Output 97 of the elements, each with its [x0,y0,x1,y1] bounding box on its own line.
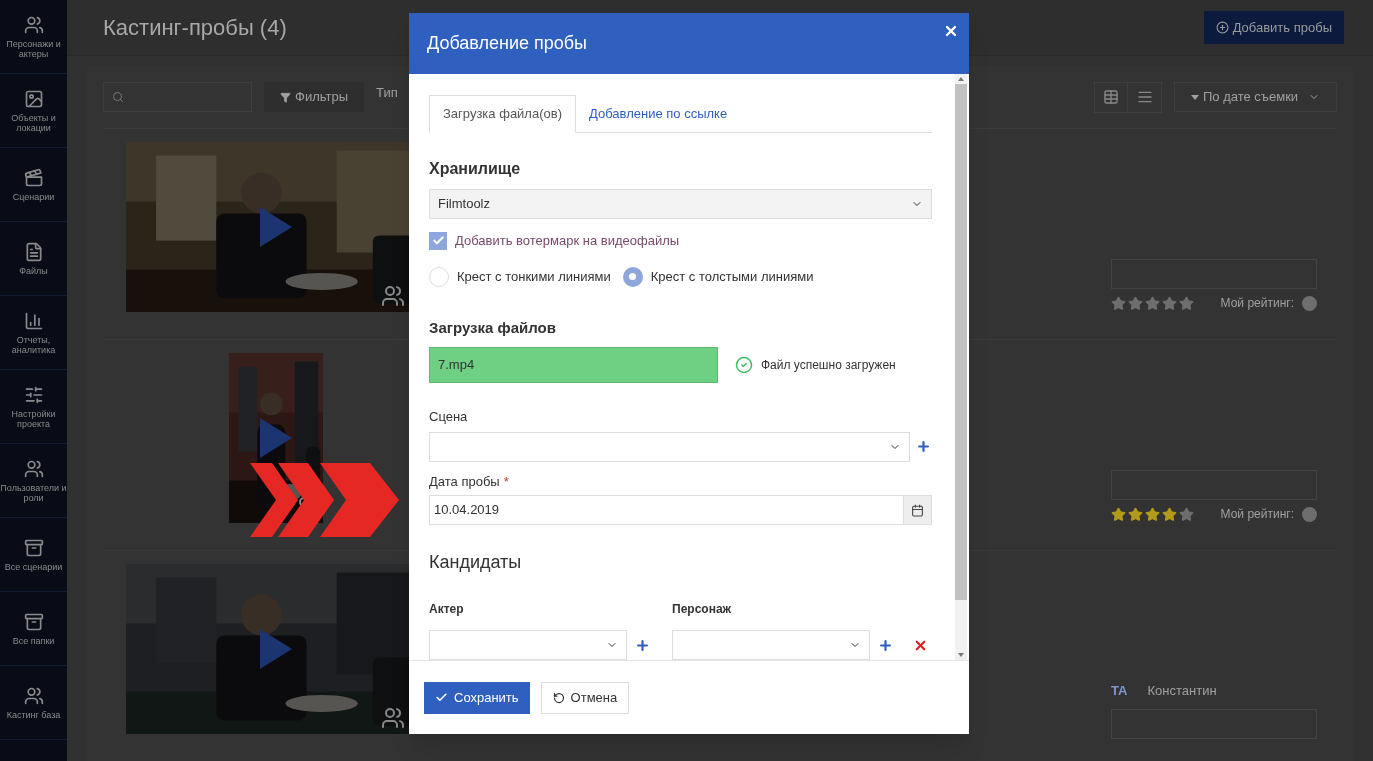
add-icon[interactable] [878,637,893,653]
archive-icon [23,537,44,558]
people-icon [23,685,44,706]
close-icon[interactable] [943,23,959,39]
uploaded-file: 7.mp4 [429,347,718,383]
star-icon [1145,506,1160,522]
tab[interactable]: Загрузка файла(ов) [429,95,576,133]
sidebar-label: Все папки [11,635,56,646]
add-icon[interactable] [916,439,931,454]
cancel-button[interactable]: Отмена [540,681,630,714]
date-label: Дата пробы [429,472,500,491]
undo-icon [552,691,565,704]
candidate-name: Константин [1147,682,1217,700]
people-icon [23,14,44,35]
checkbox-label: Добавить вотермарк на видеофайлы [455,232,680,250]
star-icon [1128,506,1143,522]
radio-button[interactable] [622,266,643,287]
sidebar-item[interactable]: Объекты и локации [0,74,67,148]
play-icon[interactable] [260,629,292,669]
search-field[interactable] [103,82,252,112]
character-select[interactable] [672,630,870,660]
my-rating-label: Мой рейтинг: [1220,506,1294,523]
checkbox[interactable] [429,231,447,250]
people-icon [23,458,44,479]
sidebar-item[interactable]: Пользователи и роли [0,444,67,518]
required-mark: * [503,472,509,491]
dialog-title: Добавление пробы [427,32,587,55]
tab[interactable]: Добавление по ссылке [576,95,741,133]
star-icon [1111,506,1126,522]
star-icon [1145,295,1160,311]
filter-icon [280,91,291,103]
add-button[interactable]: Добавить пробы [1203,11,1344,44]
calendar-button[interactable] [904,495,932,525]
star-icon [1162,506,1177,522]
star-icon [1179,506,1194,522]
sidebar-item[interactable]: Настройки проекта [0,370,67,444]
page-title: Кастинг-пробы (4) [103,14,287,42]
storage-label: Хранилище [429,159,522,179]
initials: ТА [1111,682,1128,700]
candidates-title: Кандидаты [429,551,523,574]
my-rating-label: Мой рейтинг: [1220,295,1294,312]
clapper-icon [23,167,44,188]
save-button[interactable]: Сохранить [424,681,530,714]
search-icon [112,91,124,103]
star-icon [1162,295,1177,311]
image-icon [23,88,44,109]
people-icon [380,284,405,308]
scrollbar[interactable] [955,74,967,660]
star-icon [1128,295,1143,311]
list-icon [1136,89,1153,105]
sidebar-label: Отчеты, аналитика [10,334,57,355]
play-icon[interactable] [260,207,292,247]
sidebar-item[interactable]: Файлы [0,222,67,296]
sidebar-label: Настройки проекта [10,408,57,429]
radio-label: Крест с тонкими линиями [457,267,611,286]
scene-label: Сцена [429,408,469,426]
add-icon[interactable] [635,637,650,653]
radio-label: Крест с толстыми линиями [650,267,814,286]
upload-label: Загрузка файлов [429,317,557,338]
filters-button[interactable]: Фильтры [264,82,364,112]
sidebar-item[interactable]: Все сценарии [0,518,67,592]
sidebar-label: Пользователи и роли [0,482,67,503]
sidebar-label: Объекты и локации [10,112,57,133]
star-rating[interactable] [1111,506,1194,522]
check-circle-icon [735,356,753,374]
sidebar-label: Персонажи и актеры [5,38,62,59]
sort-select[interactable]: По дате съемки [1174,82,1337,112]
character-label: Персонаж [672,601,733,618]
scene-select[interactable] [429,431,910,462]
sidebar-item[interactable]: Все папки [0,592,67,666]
storage-select[interactable]: Filmtoolz [429,189,932,219]
sidebar-item[interactable]: Отчеты, аналитика [0,296,67,370]
calendar-icon [911,503,924,517]
actor-select[interactable] [429,630,627,660]
upload-status: Файл успешно загружен [761,357,896,374]
plus-circle-icon [1215,21,1229,34]
sliders-icon [23,384,44,405]
star-rating[interactable] [1111,295,1194,311]
people-icon [380,706,405,730]
archive-icon [23,611,44,632]
sidebar-label: Все сценарии [3,561,64,572]
caret-icon [1191,94,1199,100]
sidebar-item[interactable]: Сценарии [0,148,67,222]
star-icon [1111,295,1126,311]
chart-icon [23,310,44,331]
actor-label: Актер [429,601,465,618]
type-label: Тип [376,84,398,103]
sidebar-label: Файлы [18,265,49,276]
play-icon[interactable] [260,418,292,458]
date-field[interactable]: 10.04.2019 [429,495,904,525]
check-icon [435,691,448,704]
sidebar-label: Сценарии [11,191,56,202]
radio-button[interactable] [429,266,449,287]
grid-icon [1103,89,1119,105]
star-icon [1179,295,1194,311]
sidebar-item[interactable]: Кастинг база [0,666,67,740]
sidebar-label: Кастинг база [5,709,62,720]
